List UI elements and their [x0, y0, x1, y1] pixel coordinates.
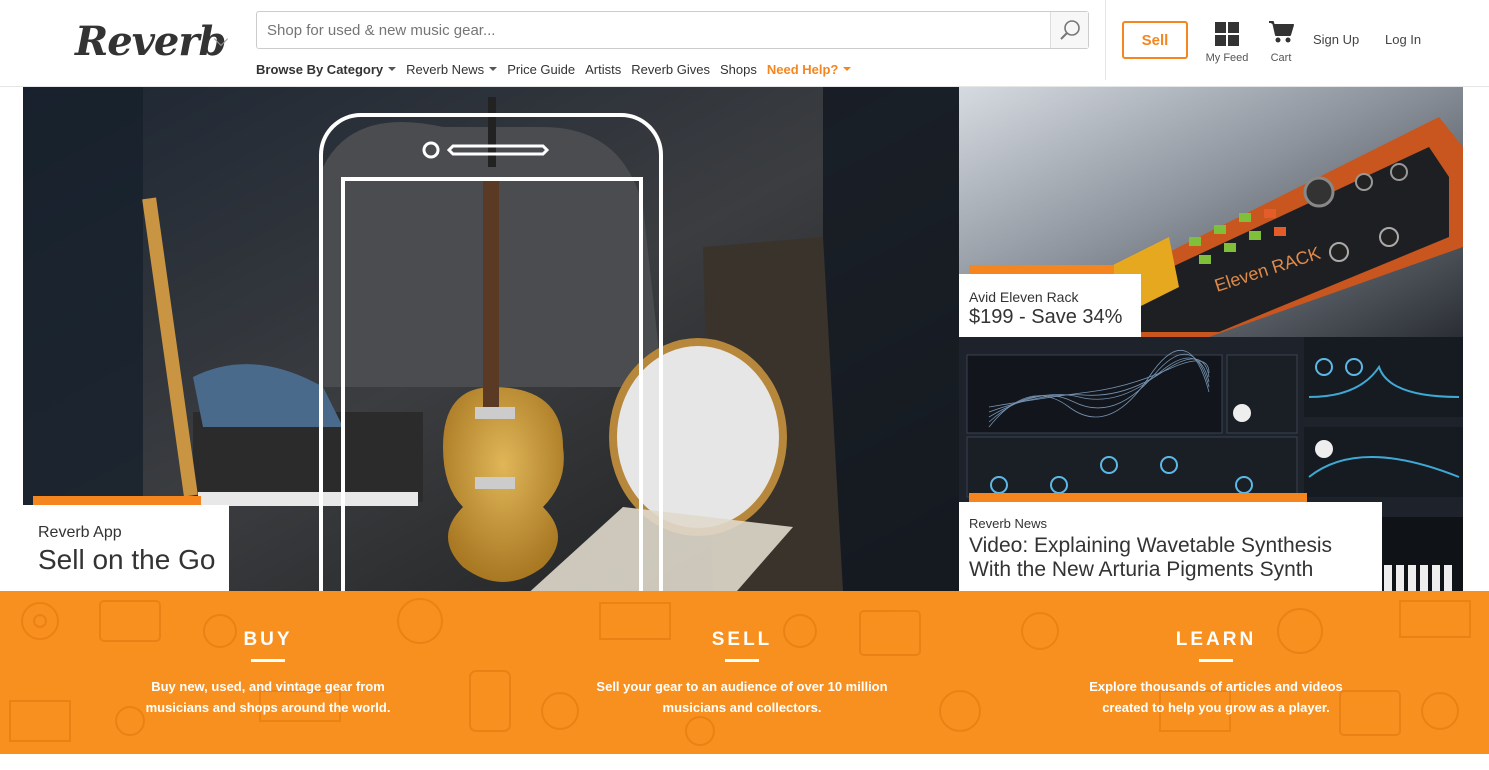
card-kicker: Avid Eleven Rack: [969, 289, 1079, 305]
hero-card[interactable]: Reverb App Sell on the Go: [23, 496, 229, 591]
nav-label: Reverb News: [406, 61, 485, 77]
card-kicker: Reverb App: [38, 524, 122, 541]
learn-column: LEARN Explore thousands of articles and …: [1066, 629, 1366, 718]
learn-text: Explore thousands of articles and videos…: [1089, 679, 1343, 715]
hero-reverb-news[interactable]: Reverb News Video: Explaining Wavetable …: [959, 337, 1463, 591]
header-divider: [1105, 0, 1106, 80]
log-in-link[interactable]: Log In: [1385, 32, 1421, 47]
learn-heading: LEARN: [1175, 629, 1257, 650]
nav-shops[interactable]: Shops: [720, 60, 757, 78]
nav-reverb-news[interactable]: Reverb News: [406, 60, 498, 78]
sell-button[interactable]: Sell: [1122, 21, 1188, 59]
nav-label: Browse By Category: [256, 61, 384, 77]
nav-artists[interactable]: Artists: [585, 60, 621, 78]
card-accent-bar: [969, 265, 1114, 274]
sell-text: Sell your gear to an audience of over 10…: [596, 679, 888, 715]
card-kicker: Reverb News: [969, 516, 1048, 531]
heading-rule: [251, 659, 285, 662]
search-input[interactable]: [257, 12, 1051, 48]
nav-reverb-gives[interactable]: Reverb Gives: [631, 60, 710, 78]
caret-down-icon: [489, 67, 498, 71]
sign-up-link[interactable]: Sign Up: [1313, 32, 1359, 47]
site-header: Reverb Browse By Category Reverb News Pr…: [0, 0, 1489, 87]
grid-icon: [1215, 22, 1239, 46]
card-title: $199 - Save 34%: [969, 306, 1123, 328]
sell-heading: SELL: [711, 629, 773, 650]
cart-link[interactable]: Cart: [1264, 20, 1298, 64]
hero-sell-on-the-go[interactable]: Reverb App Sell on the Go: [23, 87, 959, 591]
caret-down-icon: [843, 67, 852, 71]
cart-icon: [1269, 21, 1294, 43]
nav-need-help[interactable]: Need Help?: [767, 60, 852, 78]
buy-text: Buy new, used, and vintage gear from mus…: [145, 679, 391, 715]
value-props-band: BUY Buy new, used, and vintage gear from…: [0, 591, 1489, 754]
rack-card[interactable]: Avid Eleven Rack $199 - Save 34%: [959, 265, 1141, 337]
card-title: Sell on the Go: [38, 544, 216, 575]
reverb-logo[interactable]: Reverb: [75, 18, 226, 65]
nav-price-guide[interactable]: Price Guide: [507, 60, 575, 78]
cart-label: Cart: [1270, 52, 1292, 64]
heading-rule: [725, 659, 759, 662]
search-bar: [256, 11, 1089, 49]
nav-browse-by-category[interactable]: Browse By Category: [256, 60, 397, 78]
hero-avid-eleven-rack[interactable]: Eleven RACK Avid Eleven Rack $199 - Save…: [959, 87, 1463, 337]
my-feed-label: My Feed: [1205, 52, 1249, 64]
card-accent-bar: [969, 493, 1307, 502]
search-button[interactable]: [1050, 12, 1088, 48]
card-title: Video: Explaining Wavetable Synthesis Wi…: [969, 534, 1333, 581]
my-feed-link[interactable]: My Feed: [1204, 20, 1250, 64]
sell-column: SELL Sell your gear to an audience of ov…: [592, 629, 892, 718]
heading-rule: [1199, 659, 1233, 662]
nav-label: Need Help?: [766, 61, 839, 77]
news-card[interactable]: Reverb News Video: Explaining Wavetable …: [959, 493, 1382, 591]
main-nav: Browse By Category Reverb News Price Gui…: [256, 60, 852, 78]
buy-column: BUY Buy new, used, and vintage gear from…: [118, 629, 418, 718]
search-icon: [1060, 20, 1080, 40]
card-accent-bar: [33, 496, 201, 505]
buy-heading: BUY: [243, 629, 293, 650]
caret-down-icon: [388, 67, 397, 71]
